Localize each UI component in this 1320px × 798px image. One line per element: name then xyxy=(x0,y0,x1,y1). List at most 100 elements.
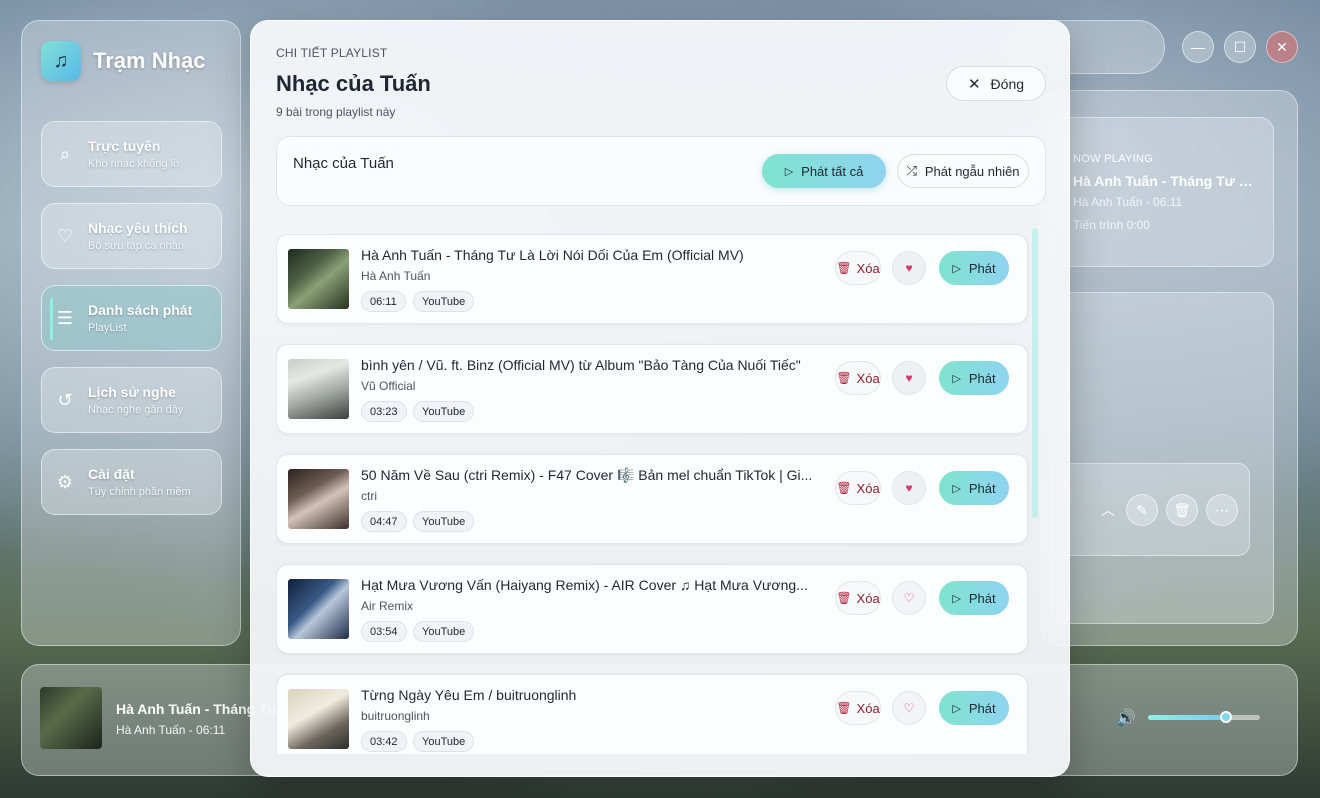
duration-chip: 03:54 xyxy=(361,621,407,642)
delete-song-button[interactable]: 🗑 Xóa xyxy=(835,691,881,725)
song-title: bình yên / Vũ. ft. Binz (Official MV) từ… xyxy=(361,357,801,373)
play-all-label: Phát tất cả xyxy=(801,163,864,179)
now-playing-title: Hà Anh Tuấn - Tháng Tư Là Lời Nói Dối Củ… xyxy=(1073,173,1261,189)
favorite-button[interactable]: ♥ xyxy=(892,361,926,395)
volume-slider[interactable] xyxy=(1148,711,1260,723)
heart-outline-icon: ♡ xyxy=(903,701,915,715)
source-chip: YouTube xyxy=(413,731,475,752)
song-thumbnail xyxy=(288,469,349,529)
play-song-button[interactable]: ▷ Phát xyxy=(939,471,1009,505)
sidebar-item-online[interactable]: ⌕ Trực tuyến Kho nhạc khổng lồ xyxy=(41,121,222,187)
song-artist: ctri xyxy=(361,489,377,503)
sidebar-item-label: Trực tuyến xyxy=(88,138,161,154)
song-title: 50 Năm Về Sau (ctri Remix) - F47 Cover 🎼… xyxy=(361,467,813,483)
play-icon: ▷ xyxy=(952,592,961,605)
trash-icon: 🗑 xyxy=(836,371,852,385)
volume-icon[interactable]: 🔊 xyxy=(1116,708,1136,728)
sidebar-item-sublabel: Kho nhạc khổng lồ xyxy=(88,158,180,170)
song-artist: Vũ Official xyxy=(361,379,416,393)
play-label: Phát xyxy=(968,480,996,496)
song-artist: Hà Anh Tuấn xyxy=(361,269,431,283)
song-thumbnail xyxy=(288,689,349,749)
sidebar-item-favorites[interactable]: ♡ Nhạc yêu thích Bộ sưu tập cá nhân xyxy=(41,203,222,269)
edit-button[interactable]: ✎ xyxy=(1126,494,1158,526)
duration-chip: 06:11 xyxy=(361,291,406,312)
play-icon: ▷ xyxy=(952,482,961,495)
duration-chip: 03:42 xyxy=(361,731,407,752)
minimize-button[interactable]: — xyxy=(1182,31,1214,63)
shuffle-button[interactable]: ⤮ Phát ngẫu nhiên xyxy=(897,154,1029,188)
play-label: Phát xyxy=(968,260,996,276)
chevron-up-icon[interactable]: ︿ xyxy=(1092,494,1124,526)
delete-song-button[interactable]: 🗑 Xóa xyxy=(835,471,881,505)
list-icon: ☰ xyxy=(56,307,74,328)
sidebar-item-sublabel: Tùy chỉnh phần mềm xyxy=(88,486,191,498)
playlist-detail-modal: CHI TIẾT PLAYLIST Nhạc của Tuấn 9 bài tr… xyxy=(250,20,1070,777)
sidebar-item-label: Danh sách phát xyxy=(88,302,193,318)
volume-fill xyxy=(1148,715,1227,720)
gear-icon: ⚙ xyxy=(56,471,74,492)
sidebar-item-label: Lịch sử nghe xyxy=(88,384,176,400)
close-icon: ✕ xyxy=(967,75,981,93)
search-icon: ⌕ xyxy=(59,143,71,164)
maximize-button[interactable]: ☐ xyxy=(1224,31,1256,63)
heart-filled-icon: ♥ xyxy=(905,371,913,385)
player-artist: Hà Anh Tuấn - 06:11 xyxy=(116,723,226,737)
close-modal-button[interactable]: ✕ Đóng xyxy=(946,66,1046,101)
heart-icon: ♡ xyxy=(56,225,74,246)
trash-icon: 🗑 xyxy=(836,701,852,715)
song-artist: Air Remix xyxy=(361,599,414,613)
song-title: Từng Ngày Yêu Em / buitruonglinh xyxy=(361,687,577,703)
delete-label: Xóa xyxy=(856,480,880,496)
song-row[interactable]: bình yên / Vũ. ft. Binz (Official MV) từ… xyxy=(276,344,1028,434)
favorite-button[interactable]: ♥ xyxy=(892,471,926,505)
song-row[interactable]: Từng Ngày Yêu Em / buitruonglinh buitruo… xyxy=(276,674,1028,754)
duration-chip: 03:23 xyxy=(361,401,407,422)
play-icon: ▷ xyxy=(784,165,794,178)
delete-song-button[interactable]: 🗑 Xóa xyxy=(835,251,881,285)
close-window-button[interactable]: ✕ xyxy=(1266,31,1298,63)
now-playing-artist: Hà Anh Tuấn - 06:11 xyxy=(1073,195,1183,209)
song-row[interactable]: Hạt Mưa Vương Vấn (Haiyang Remix) - AIR … xyxy=(276,564,1028,654)
favorite-button[interactable]: ♥ xyxy=(892,251,926,285)
play-song-button[interactable]: ▷ Phát xyxy=(939,251,1009,285)
queue-card xyxy=(1050,292,1274,624)
delete-label: Xóa xyxy=(856,260,880,276)
delete-song-button[interactable]: 🗑 Xóa xyxy=(835,581,881,615)
play-song-button[interactable]: ▷ Phát xyxy=(939,691,1009,725)
more-button[interactable]: ⋯ xyxy=(1206,494,1238,526)
song-row[interactable]: Hà Anh Tuấn - Tháng Tư Là Lời Nói Dối Củ… xyxy=(276,234,1028,324)
delete-song-button[interactable]: 🗑 Xóa xyxy=(835,361,881,395)
sidebar-item-playlist[interactable]: ☰ Danh sách phát PlayList xyxy=(41,285,222,351)
app-title: Trạm Nhạc xyxy=(93,48,206,73)
favorite-button[interactable]: ♡ xyxy=(892,691,926,725)
heart-filled-icon: ♥ xyxy=(905,481,913,495)
sidebar-item-settings[interactable]: ⚙ Cài đặt Tùy chỉnh phần mềm xyxy=(41,449,222,515)
play-all-button[interactable]: ▷ Phát tất cả xyxy=(762,154,886,188)
favorite-button[interactable]: ♡ xyxy=(892,581,926,615)
sidebar: ♫ Trạm Nhạc ⌕ Trực tuyến Kho nhạc khổng … xyxy=(21,20,241,646)
play-icon: ▷ xyxy=(952,372,961,385)
trash-icon: 🗑 xyxy=(836,591,852,605)
song-thumbnail xyxy=(288,579,349,639)
history-icon: ↺ xyxy=(57,389,73,410)
delete-playlist-button[interactable]: 🗑 xyxy=(1166,494,1198,526)
play-icon: ▷ xyxy=(952,702,961,715)
play-song-button[interactable]: ▷ Phát xyxy=(939,361,1009,395)
close-label: Đóng xyxy=(990,75,1025,92)
song-row[interactable]: 50 Năm Về Sau (ctri Remix) - F47 Cover 🎼… xyxy=(276,454,1028,544)
now-playing-card xyxy=(1050,117,1274,267)
brand: ♫ Trạm Nhạc xyxy=(41,41,206,81)
modal-title: Nhạc của Tuấn xyxy=(276,71,431,96)
music-note-icon: ♫ xyxy=(41,41,81,81)
sidebar-item-label: Nhạc yêu thích xyxy=(88,220,188,236)
song-title: Hà Anh Tuấn - Tháng Tư Là Lời Nói Dối Củ… xyxy=(361,247,744,263)
delete-label: Xóa xyxy=(856,590,880,606)
source-chip: YouTube xyxy=(413,621,475,642)
sidebar-item-history[interactable]: ↺ Lịch sử nghe Nhạc nghe gần đây xyxy=(41,367,222,433)
play-icon: ▷ xyxy=(952,262,961,275)
song-thumbnail xyxy=(288,249,349,309)
play-label: Phát xyxy=(968,370,996,386)
playlist-name: Nhạc của Tuấn xyxy=(293,155,394,172)
play-song-button[interactable]: ▷ Phát xyxy=(939,581,1009,615)
